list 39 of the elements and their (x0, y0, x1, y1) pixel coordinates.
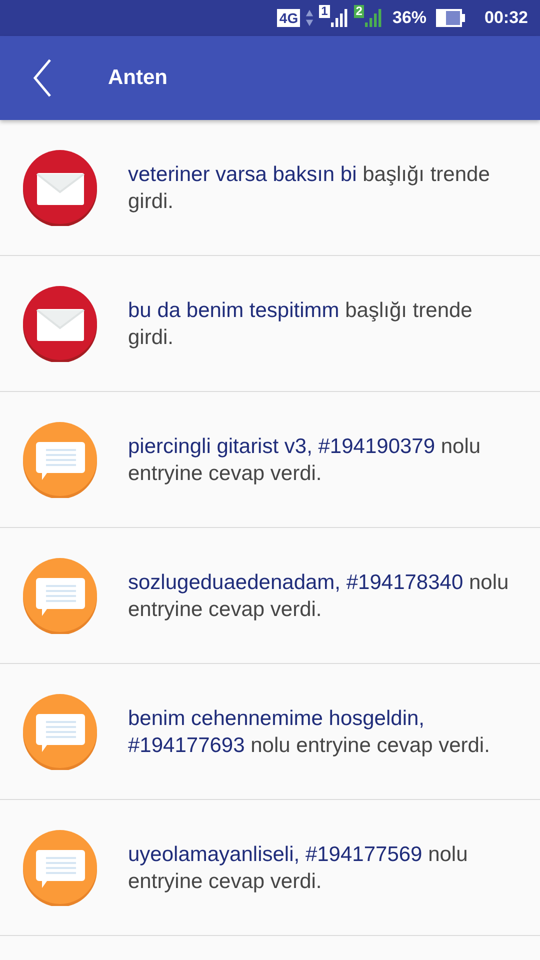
notification-text: piercingli gitarist v3, #194190379 nolu entryine cevap verdi. (128, 434, 482, 486)
clock: 00:32 (484, 8, 528, 28)
notification-text: sozlugeduaedenadam, #194178340 nolu entryine cevap verdi. (128, 570, 510, 622)
title-link[interactable]: piercingli gitarist v3, (128, 434, 312, 458)
notification-item[interactable]: bu da benim tespitimm başlığı trende girdi. (0, 256, 540, 392)
network-badge: 4G (277, 9, 300, 27)
signal-icon (365, 7, 384, 29)
notification-text: veteriner varsa baksın bi başlığı trende girdi. (128, 162, 491, 214)
notification-item[interactable]: sozlugeduaedenadam, #194178340 nolu entryine cevap verdi. (0, 528, 540, 664)
envelope-icon (22, 150, 98, 226)
entry-link[interactable]: #194177569 (305, 842, 422, 866)
battery-icon (436, 8, 466, 28)
title-link[interactable]: bu da benim tespitimm (128, 298, 340, 322)
battery-percent: 36% (392, 8, 427, 28)
notification-text: bu da benim tespitimm başlığı trende girdi. (128, 298, 474, 350)
screen-title: Anten (108, 66, 168, 90)
envelope-icon (22, 286, 98, 362)
notification-item[interactable]: benim cehennemime hosgeldin, #194177693 nolu entryine cevap verdi. (0, 664, 540, 800)
chat-bubble-icon (22, 558, 98, 634)
sim-badge: 2 (354, 5, 364, 18)
entry-link[interactable]: #194177693 (128, 734, 245, 756)
notification-text: benim cehennemime hosgeldin, #194177693 nolu entryine cevap verdi. (128, 706, 491, 758)
notification-item[interactable]: uyeolamayanliseli, #194177569 nolu entryine cevap verdi. (0, 800, 540, 936)
chat-bubble-icon (22, 422, 98, 498)
back-icon (32, 58, 52, 98)
title-link[interactable]: uyeolamayanliseli, (128, 842, 300, 866)
chat-bubble-icon (22, 694, 98, 770)
chat-bubble-icon (22, 830, 98, 906)
notification-item[interactable]: piercingli gitarist v3, #194190379 nolu entryine cevap verdi. (0, 392, 540, 528)
title-link[interactable]: sozlugeduaedenadam, (128, 570, 341, 594)
entry-link[interactable]: #194190379 (318, 434, 436, 458)
title-link[interactable]: veteriner varsa baksın bi (128, 162, 357, 186)
notification-text: uyeolamayanliseli, #194177569 nolu entryine cevap verdi. (128, 842, 469, 894)
data-arrows-icon (305, 9, 314, 27)
signal-icon (330, 7, 349, 29)
notification-item[interactable]: veteriner varsa baksın bi başlığı trende girdi. (0, 120, 540, 256)
sim-badge: 1 (319, 5, 330, 18)
entry-link[interactable]: #194178340 (346, 570, 464, 594)
title-link[interactable]: benim cehennemime hosgeldin, (128, 706, 425, 730)
